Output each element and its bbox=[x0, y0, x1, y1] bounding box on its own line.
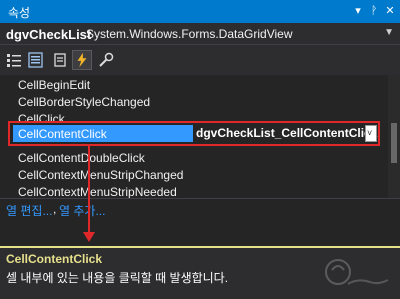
object-selector[interactable]: dgvCheckList System.Windows.Forms.DataGr… bbox=[0, 23, 400, 45]
properties-toolbar bbox=[0, 45, 400, 75]
properties-icon[interactable] bbox=[50, 50, 70, 70]
description-title: CellContentClick bbox=[6, 252, 103, 266]
add-column-link[interactable]: 열 추가... bbox=[59, 202, 105, 219]
events-icon[interactable] bbox=[72, 50, 92, 70]
edit-columns-link[interactable]: 열 편집... bbox=[6, 202, 52, 219]
event-label: CellContentDoubleClick bbox=[18, 151, 145, 165]
description-text: 셀 내부에 있는 내용을 클릭할 때 발생합니다. bbox=[6, 271, 229, 285]
watermark-logo bbox=[318, 252, 394, 296]
event-label: CellContextMenuStripChanged bbox=[18, 168, 184, 182]
event-label: CellContextMenuStripNeeded bbox=[18, 185, 177, 199]
event-label: CellBeginEdit bbox=[18, 78, 91, 92]
link-separator: , bbox=[53, 202, 57, 216]
property-pages-icon[interactable] bbox=[96, 50, 116, 70]
vertical-scrollbar[interactable] bbox=[388, 75, 400, 198]
command-links: 열 편집... , 열 추가... bbox=[0, 198, 400, 238]
properties-title-bar: 속성 ▾ ᚹ ✕ bbox=[0, 0, 400, 23]
chevron-down-icon[interactable]: ▾ bbox=[350, 2, 366, 20]
categorized-icon[interactable] bbox=[4, 50, 24, 70]
pin-icon[interactable]: ᚹ bbox=[366, 2, 382, 20]
event-row[interactable]: CellBorderStyleChanged bbox=[0, 93, 388, 110]
chevron-down-icon[interactable]: ▼ bbox=[384, 27, 394, 38]
alphabetical-icon[interactable] bbox=[26, 50, 46, 70]
object-type: System.Windows.Forms.DataGridView bbox=[86, 27, 293, 41]
event-label: CellBorderStyleChanged bbox=[18, 95, 151, 109]
annotation-arrow-line bbox=[88, 146, 90, 234]
close-icon[interactable]: ✕ bbox=[382, 2, 398, 20]
highlight-box bbox=[8, 121, 380, 146]
event-row[interactable]: CellBeginEdit bbox=[0, 76, 388, 93]
window-title: 속성 bbox=[8, 6, 31, 20]
event-row[interactable]: CellContextMenuStripChanged bbox=[0, 166, 388, 183]
scrollbar-thumb[interactable] bbox=[391, 123, 397, 163]
event-row[interactable]: CellContentDoubleClick bbox=[0, 149, 388, 166]
annotation-arrow-head bbox=[83, 232, 95, 242]
object-name: dgvCheckList bbox=[6, 27, 92, 42]
